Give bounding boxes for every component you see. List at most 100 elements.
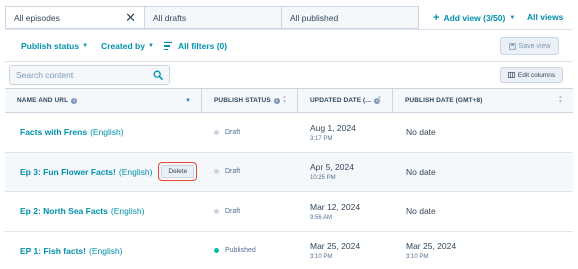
status-dot-icon: [214, 248, 219, 254]
updated-date-cell: Mar 25, 2024 3:10 PM: [298, 232, 393, 269]
all-filters-button[interactable]: All filters (0): [164, 41, 227, 51]
column-header-label: UPDATED DATE (...: [310, 97, 372, 104]
publish-date: No date: [406, 206, 436, 217]
table-row: Ep 3: Fun Flower Facts! (English) Delete…: [5, 152, 573, 192]
divider: [5, 61, 573, 62]
save-view-label: Save view: [518, 42, 551, 50]
status-cell: Draft: [202, 153, 298, 192]
status-text: Draft: [225, 128, 241, 136]
status-text: Draft: [225, 168, 241, 176]
tab-all-drafts[interactable]: All drafts: [145, 6, 282, 29]
tab-label: All episodes: [14, 12, 60, 23]
content-table: NAME AND URL i ▼ PUBLISH STATUS i ▲ ▼ UPD…: [5, 88, 573, 269]
publish-date: No date: [406, 127, 436, 138]
column-header-label: NAME AND URL: [17, 97, 69, 104]
tab-all-episodes[interactable]: All episodes ✕: [5, 6, 145, 29]
publish-status-filter-label: Publish status: [21, 41, 80, 51]
content-name-link[interactable]: EP 1: Fish facts!: [20, 246, 86, 256]
search-input[interactable]: [16, 70, 146, 80]
column-header-publish-status[interactable]: PUBLISH STATUS i ▲ ▼: [202, 89, 298, 112]
updated-date: Apr 5, 2024: [310, 162, 354, 173]
name-cell: Ep 2: North Sea Facts (English): [5, 192, 202, 231]
table-row: Facts with Frens (English) Draft Aug 1, …: [5, 113, 573, 153]
info-icon[interactable]: i: [273, 97, 280, 104]
publish-date-cell: No date: [393, 113, 573, 152]
content-name-link[interactable]: Ep 2: North Sea Facts: [20, 206, 108, 216]
column-header-label: PUBLISH STATUS: [214, 97, 271, 104]
status-cell: Draft: [202, 192, 298, 231]
language-label: (English): [110, 206, 145, 217]
tab-all-published[interactable]: All published: [282, 6, 419, 29]
sort-icon[interactable]: ▲ ▼: [377, 95, 382, 105]
all-filters-label: All filters (0): [178, 41, 228, 51]
name-cell: Facts with Frens (English): [5, 113, 202, 152]
status-text: Draft: [225, 207, 241, 215]
publish-date-cell: No date: [393, 192, 573, 231]
sort-desc-icon[interactable]: ▼: [185, 98, 191, 104]
status-dot-icon: [214, 208, 219, 214]
updated-time: 9:56 AM: [310, 214, 333, 221]
view-tabs: All episodes ✕ All drafts All published: [5, 6, 419, 29]
column-header-label: PUBLISH DATE (GMT+8): [405, 97, 483, 104]
publish-date-cell: Mar 25, 2024 3:10 PM: [393, 232, 573, 269]
search-icon[interactable]: [153, 70, 163, 80]
table-header: NAME AND URL i ▼ PUBLISH STATUS i ▲ ▼ UPD…: [5, 89, 573, 113]
updated-date: Mar 25, 2024: [310, 241, 361, 252]
tab-label: All drafts: [153, 12, 187, 23]
publish-date: No date: [406, 166, 436, 177]
created-by-filter[interactable]: Created by ▼: [101, 41, 154, 51]
delete-highlight: Delete: [158, 162, 198, 182]
language-label: (English): [88, 245, 123, 256]
edit-columns-button[interactable]: Edit columns: [500, 67, 563, 83]
updated-time: 3:17 PM: [310, 135, 333, 142]
updated-time: 3:10 PM: [310, 254, 333, 261]
table-row: Ep 2: North Sea Facts (English) Draft Ma…: [5, 192, 573, 232]
publish-date-cell: No date: [393, 153, 573, 192]
edit-columns-label: Edit columns: [517, 71, 556, 79]
publish-status-filter[interactable]: Publish status ▼: [21, 41, 88, 51]
delete-button[interactable]: Delete: [161, 165, 195, 179]
table-row: EP 1: Fish facts! (English) Published Ma…: [5, 232, 573, 269]
chevron-down-icon: ▼: [509, 15, 516, 21]
add-view-label: Add view (3/50): [443, 13, 506, 23]
language-label: (English): [118, 166, 153, 177]
divider: [5, 29, 573, 30]
status-dot-icon: [214, 169, 219, 175]
info-icon[interactable]: i: [71, 97, 78, 104]
updated-date-cell: Mar 12, 2024 9:56 AM: [298, 192, 393, 231]
chevron-down-icon: ▼: [147, 43, 154, 49]
column-header-updated-date[interactable]: UPDATED DATE (... i ▲ ▼: [298, 89, 393, 112]
created-by-filter-label: Created by: [101, 41, 145, 51]
sort-icon[interactable]: ▲ ▼: [558, 95, 563, 105]
sort-icon[interactable]: ▲ ▼: [282, 95, 287, 105]
name-cell: EP 1: Fish facts! (English): [5, 232, 202, 269]
tab-label: All published: [290, 12, 339, 23]
plus-icon: +: [433, 12, 440, 24]
name-cell: Ep 3: Fun Flower Facts! (English) Delete: [5, 153, 202, 192]
filter-icon: [164, 42, 172, 50]
status-cell: Published: [202, 232, 298, 269]
search-box: [9, 65, 170, 85]
status-cell: Draft: [202, 113, 298, 152]
content-name-link[interactable]: Facts with Frens: [20, 127, 87, 137]
all-views-link[interactable]: All views: [527, 12, 563, 22]
language-label: (English): [90, 127, 124, 138]
column-header-publish-date[interactable]: PUBLISH DATE (GMT+8) ▲ ▼: [393, 89, 573, 112]
status-dot-icon: [214, 129, 219, 135]
content-name-link[interactable]: Ep 3: Fun Flower Facts!: [20, 167, 116, 177]
add-view-button[interactable]: + Add view (3/50) ▼: [433, 12, 515, 24]
columns-icon: [507, 72, 515, 78]
publish-time: 3:10 PM: [406, 254, 429, 261]
publish-date: Mar 25, 2024: [406, 241, 457, 252]
updated-date-cell: Aug 1, 2024 3:17 PM: [298, 113, 393, 152]
chevron-down-icon: ▼: [82, 43, 89, 49]
status-text: Published: [225, 247, 256, 255]
column-header-name[interactable]: NAME AND URL i ▼: [5, 89, 202, 112]
updated-date-cell: Apr 5, 2024 10:25 PM: [298, 153, 393, 192]
save-icon: [508, 42, 516, 50]
updated-date: Mar 12, 2024: [310, 201, 361, 212]
updated-date: Aug 1, 2024: [310, 122, 356, 133]
save-view-button[interactable]: Save view: [500, 37, 559, 55]
close-icon[interactable]: ✕: [125, 11, 136, 24]
updated-time: 10:25 PM: [310, 175, 336, 182]
